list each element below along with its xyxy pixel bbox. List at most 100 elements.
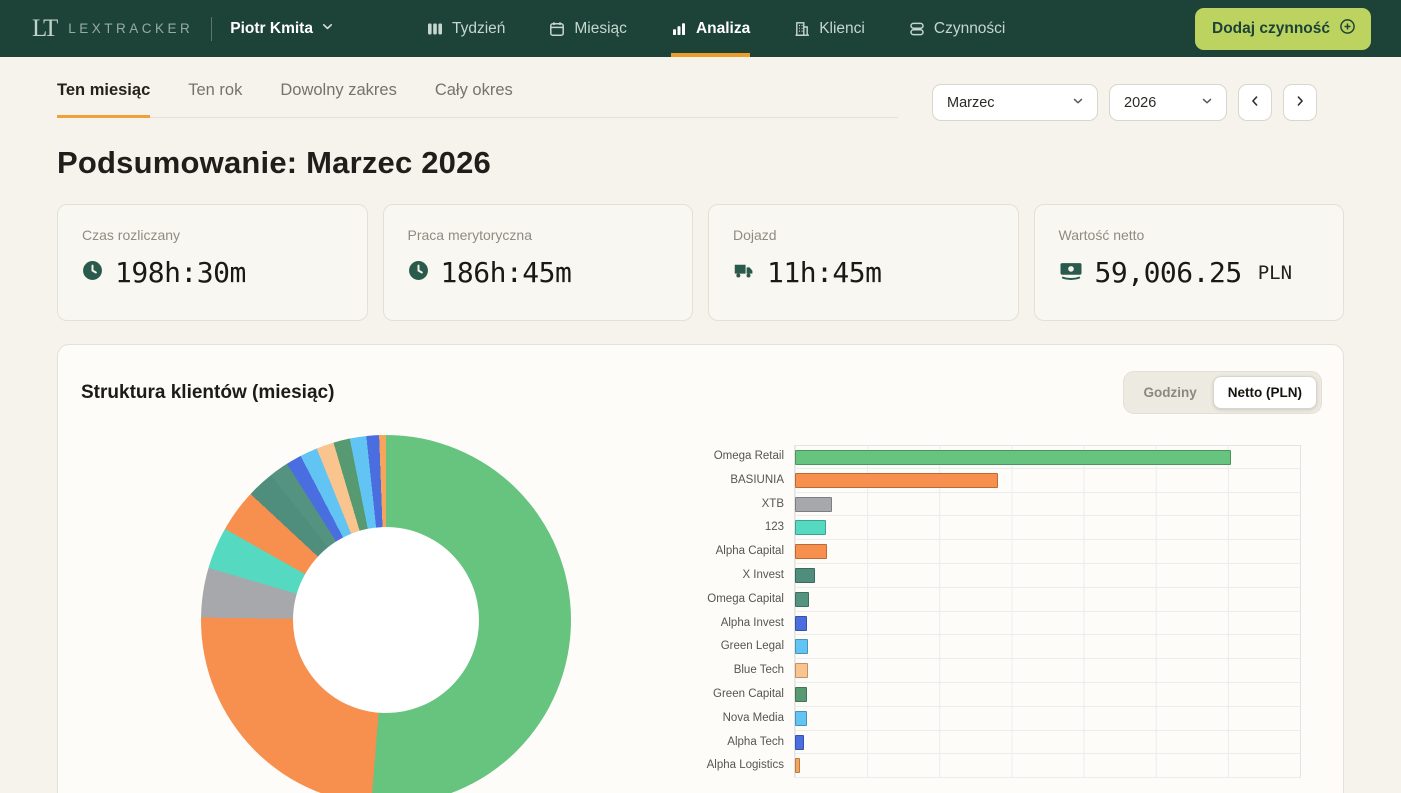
add-activity-button[interactable]: Dodaj czynność xyxy=(1195,8,1371,50)
donut-hole xyxy=(293,527,479,713)
main-nav: Tydzień Miesiąc Analiza Klienci Czynnośc… xyxy=(427,0,1005,57)
bar-row: Blue Tech xyxy=(634,659,1301,683)
tab-dowolny-zakres[interactable]: Dowolny zakres xyxy=(280,81,396,118)
bar[interactable] xyxy=(795,663,808,678)
chevron-down-icon xyxy=(320,19,335,39)
bar-row: Alpha Invest xyxy=(634,612,1301,636)
bar-row: Nova Media xyxy=(634,707,1301,731)
bar-row: BASIUNIA xyxy=(634,469,1301,493)
chevron-down-icon xyxy=(1071,94,1085,112)
year-select[interactable]: 2026 xyxy=(1109,84,1227,121)
bar[interactable] xyxy=(795,758,800,773)
bar-chart: Omega RetailBASIUNIAXTB123Alpha CapitalX… xyxy=(634,445,1301,778)
header-divider xyxy=(211,17,212,41)
bar[interactable] xyxy=(795,687,807,702)
logo-monogram: LT xyxy=(32,15,56,43)
clock-icon xyxy=(82,260,103,286)
add-activity-label: Dodaj czynność xyxy=(1212,20,1330,38)
stat-unit: PLN xyxy=(1258,262,1292,284)
stat-label: Czas rozliczany xyxy=(82,227,343,243)
bar[interactable] xyxy=(795,639,808,654)
bar-category-label: Omega Capital xyxy=(634,588,794,612)
bar-category-label: Omega Retail xyxy=(634,445,794,469)
bar-category-label: Nova Media xyxy=(634,707,794,731)
user-name: Piotr Kmita xyxy=(230,20,313,38)
bar-chart-icon xyxy=(671,21,687,37)
bar[interactable] xyxy=(795,592,809,607)
bar[interactable] xyxy=(795,520,826,535)
month-select[interactable]: Marzec xyxy=(932,84,1098,121)
stat-value: 198h:30m xyxy=(115,256,246,289)
chevron-down-icon xyxy=(1200,94,1214,112)
next-period-button[interactable] xyxy=(1283,84,1317,121)
bar-track xyxy=(794,683,1301,707)
calendar-icon xyxy=(549,21,565,37)
bar-row: Alpha Tech xyxy=(634,731,1301,755)
bar[interactable] xyxy=(795,568,815,583)
bar-category-label: Green Capital xyxy=(634,683,794,707)
brand-name: LEXTRACKER xyxy=(68,21,193,36)
stat-label: Wartość netto xyxy=(1059,227,1320,243)
bar-track xyxy=(794,754,1301,778)
prev-period-button[interactable] xyxy=(1238,84,1272,121)
bar[interactable] xyxy=(795,450,1231,465)
stat-card-praca-merytoryczna: Praca merytoryczna 186h:45m xyxy=(383,204,694,321)
bar-row: Omega Capital xyxy=(634,588,1301,612)
bar[interactable] xyxy=(795,711,807,726)
user-menu[interactable]: Piotr Kmita xyxy=(230,0,335,57)
toggle-option-godziny[interactable]: Godziny xyxy=(1128,376,1213,409)
bar[interactable] xyxy=(795,616,807,631)
tab-ten-rok[interactable]: Ten rok xyxy=(188,81,242,118)
stat-value: 186h:45m xyxy=(441,256,572,289)
bar[interactable] xyxy=(795,497,832,512)
bar-row: Alpha Capital xyxy=(634,540,1301,564)
bar-category-label: 123 xyxy=(634,516,794,540)
donut-chart[interactable] xyxy=(201,435,571,793)
year-select-value: 2026 xyxy=(1124,95,1156,111)
bar-category-label: Blue Tech xyxy=(634,659,794,683)
bar-track xyxy=(794,731,1301,755)
bar[interactable] xyxy=(795,544,827,559)
bar-category-label: Alpha Invest xyxy=(634,612,794,636)
unit-toggle: Godziny Netto (PLN) xyxy=(1123,371,1323,414)
bar-row: Alpha Logistics xyxy=(634,754,1301,778)
nav-label: Miesiąc xyxy=(574,20,627,38)
week-columns-icon xyxy=(427,21,443,37)
bar-category-label: X Invest xyxy=(634,564,794,588)
bar-category-label: Alpha Logistics xyxy=(634,754,794,778)
period-controls: Marzec 2026 xyxy=(932,84,1317,121)
bar-category-label: BASIUNIA xyxy=(634,469,794,493)
bar-row: Omega Retail xyxy=(634,445,1301,469)
nav-label: Klienci xyxy=(819,20,865,38)
plus-circle-icon xyxy=(1339,18,1356,40)
nav-item-klienci[interactable]: Klienci xyxy=(794,0,865,57)
tab-ten-miesiac[interactable]: Ten miesiąc xyxy=(57,81,150,118)
bar-track xyxy=(794,564,1301,588)
tab-caly-okres[interactable]: Cały okres xyxy=(435,81,513,118)
stat-card-dojazd: Dojazd 11h:45m xyxy=(708,204,1019,321)
stat-card-wartosc-netto: Wartość netto 59,006.25 PLN xyxy=(1034,204,1345,321)
client-structure-title: Struktura klientów (miesiąc) xyxy=(81,382,334,404)
bar-track xyxy=(794,540,1301,564)
toggle-option-netto[interactable]: Netto (PLN) xyxy=(1213,376,1317,409)
app-logo[interactable]: LT LEXTRACKER xyxy=(32,0,193,57)
nav-item-miesiac[interactable]: Miesiąc xyxy=(549,0,627,57)
chevron-right-icon xyxy=(1293,94,1307,111)
bar[interactable] xyxy=(795,473,998,488)
bar-track xyxy=(794,493,1301,517)
bar-track xyxy=(794,469,1301,493)
bar-track xyxy=(794,612,1301,636)
bar-row: Green Legal xyxy=(634,635,1301,659)
nav-label: Czynności xyxy=(934,20,1006,38)
bar-track xyxy=(794,445,1301,469)
bar-category-label: Alpha Tech xyxy=(634,731,794,755)
bar-track xyxy=(794,588,1301,612)
nav-label: Analiza xyxy=(696,20,750,38)
nav-item-tydzien[interactable]: Tydzień xyxy=(427,0,505,57)
truck-icon xyxy=(733,260,755,286)
nav-item-czynnosci[interactable]: Czynności xyxy=(909,0,1006,57)
bar[interactable] xyxy=(795,735,804,750)
clock-icon xyxy=(408,260,429,286)
top-header: LT LEXTRACKER Piotr Kmita Tydzień Miesią… xyxy=(0,0,1401,57)
nav-item-analiza[interactable]: Analiza xyxy=(671,0,750,57)
